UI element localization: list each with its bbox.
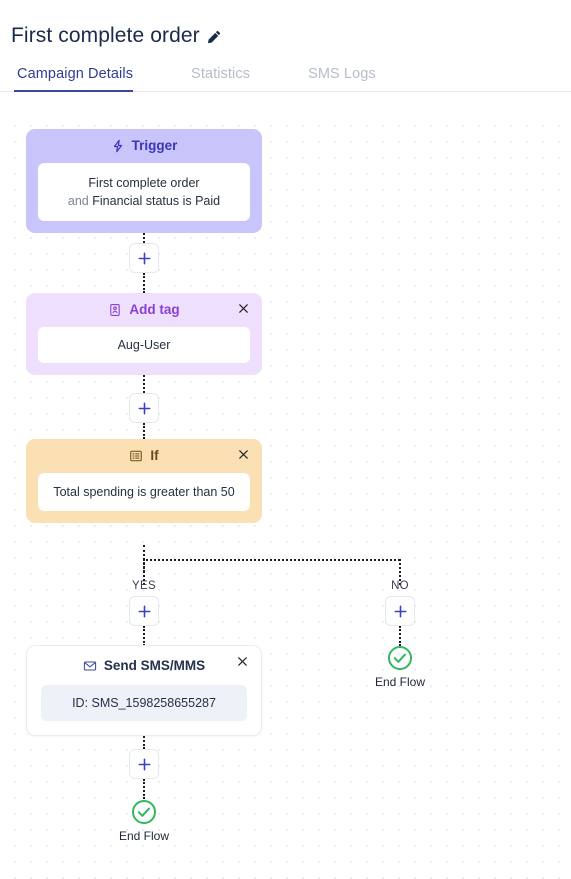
flow-canvas[interactable]: Trigger First complete order and Financi… xyxy=(0,113,571,879)
node-header-if: If xyxy=(26,439,262,465)
connector-plus3-to-endflow xyxy=(143,779,145,799)
node-header-add-tag: Add tag xyxy=(26,293,262,319)
envelope-icon xyxy=(83,659,97,673)
add-step-button-1[interactable] xyxy=(129,243,159,273)
end-flow-no[interactable]: End Flow xyxy=(355,645,445,689)
plus-icon xyxy=(138,605,150,617)
page-title-text: First complete order xyxy=(11,24,200,47)
node-title-add-tag: Add tag xyxy=(129,302,180,317)
pencil-icon[interactable] xyxy=(207,30,222,45)
add-step-button-3[interactable] xyxy=(129,749,159,779)
check-circle-icon xyxy=(131,799,157,825)
tab-statistics[interactable]: Statistics xyxy=(155,66,270,91)
plus-icon xyxy=(138,402,150,414)
close-icon[interactable] xyxy=(233,652,251,670)
tab-sms-logs[interactable]: SMS Logs xyxy=(270,66,398,91)
node-header-send-sms: Send SMS/MMS xyxy=(27,646,261,675)
close-icon[interactable] xyxy=(234,445,252,463)
node-title-send-sms: Send SMS/MMS xyxy=(103,658,206,673)
trigger-condition-text-2: Financial status is Paid xyxy=(92,194,221,209)
end-flow-yes[interactable]: End Flow xyxy=(99,799,189,843)
connector-plus2-to-if xyxy=(143,423,145,439)
plus-icon xyxy=(138,252,150,264)
plus-icon xyxy=(138,758,150,770)
node-title-if: If xyxy=(150,448,159,463)
plus-icon xyxy=(394,605,406,617)
add-step-button-no[interactable] xyxy=(385,596,415,626)
end-flow-label: End Flow xyxy=(118,829,170,843)
contact-card-icon xyxy=(108,303,122,317)
tab-bar: Campaign Details Statistics SMS Logs xyxy=(0,48,571,92)
page-header: First complete order Campaign Details St… xyxy=(0,0,571,92)
list-icon xyxy=(129,449,143,463)
connector-branch-horizontal xyxy=(143,559,400,561)
trigger-condition-line-1: First complete order xyxy=(88,176,200,190)
flow-node-send-sms[interactable]: Send SMS/MMS ID: SMS_1598258655287 xyxy=(26,645,262,737)
connector-plus1-to-addtag xyxy=(143,273,145,293)
add-step-button-yes[interactable] xyxy=(129,596,159,626)
flow-node-trigger[interactable]: Trigger First complete order and Financi… xyxy=(26,129,262,234)
node-body-if: Total spending is greater than 50 xyxy=(38,473,250,512)
trigger-condition-conjunction: and xyxy=(67,194,89,209)
tab-campaign-details[interactable]: Campaign Details xyxy=(14,66,155,92)
lightning-bolt-icon xyxy=(111,139,125,153)
end-flow-label: End Flow xyxy=(374,675,426,689)
check-circle-icon xyxy=(387,645,413,671)
close-icon[interactable] xyxy=(234,299,252,317)
trigger-condition-line-2: and Financial status is Paid xyxy=(52,192,236,210)
node-title-trigger: Trigger xyxy=(131,138,178,153)
node-header-trigger: Trigger xyxy=(26,129,262,155)
connector-plusno-to-endflow xyxy=(399,626,401,646)
flow-node-if[interactable]: If Total spending is greater than 50 xyxy=(26,439,262,524)
node-body-send-sms: ID: SMS_1598258655287 xyxy=(41,685,247,722)
add-step-button-2[interactable] xyxy=(129,393,159,423)
node-body-trigger: First complete order and Financial statu… xyxy=(38,163,250,222)
node-body-add-tag: Aug-User xyxy=(38,327,250,364)
page-title: First complete order xyxy=(0,0,571,48)
flow-node-add-tag[interactable]: Add tag Aug-User xyxy=(26,293,262,376)
connector-plusyes-to-sms xyxy=(143,626,145,646)
branch-label-no: NO xyxy=(391,580,409,592)
branch-label-yes: YES xyxy=(132,580,156,592)
